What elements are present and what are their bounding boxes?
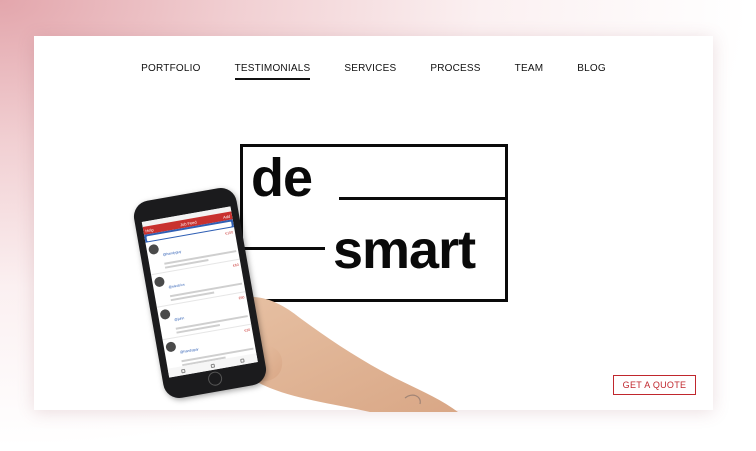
app-help-link[interactable]: Help [145, 227, 154, 233]
feed-user: @john [173, 316, 185, 322]
nav-item-team[interactable]: TEAM [515, 63, 544, 80]
feed-price: €100 [224, 230, 234, 236]
avatar [153, 276, 166, 288]
profile-tab-icon[interactable] [239, 357, 245, 363]
feed-price: €60 [232, 262, 240, 268]
feed-user: @electrics [168, 282, 186, 290]
avatar [165, 341, 177, 353]
nav-item-testimonials[interactable]: TESTIMONIALS [234, 63, 311, 80]
logo-text-bottom: smart [333, 220, 476, 280]
feed-user: @handyguy [162, 249, 182, 257]
feed-price: €30 [244, 327, 251, 333]
avatar [159, 308, 171, 321]
home-tab-icon[interactable] [180, 368, 186, 373]
main-nav: PORTFOLIO TESTIMONIALS SERVICES PROCESS … [34, 63, 713, 80]
get-a-quote-button[interactable]: GET A QUOTE [613, 375, 696, 395]
nav-item-blog[interactable]: BLOG [577, 63, 606, 80]
nav-item-services[interactable]: SERVICES [344, 63, 396, 80]
logo-text-top: de [251, 148, 313, 208]
logo-rule-bottom [243, 247, 325, 250]
nav-item-portfolio[interactable]: PORTFOLIO [141, 63, 200, 80]
feed-user: @handyguy [179, 347, 199, 355]
logo-rule-top [339, 197, 505, 200]
avatar [147, 243, 160, 256]
jobs-tab-icon[interactable] [210, 363, 216, 368]
nav-item-process[interactable]: PROCESS [430, 63, 480, 80]
feed-price: €50 [238, 295, 245, 301]
app-add-link[interactable]: Add [223, 213, 231, 219]
desmart-logo: de smart [240, 144, 508, 302]
